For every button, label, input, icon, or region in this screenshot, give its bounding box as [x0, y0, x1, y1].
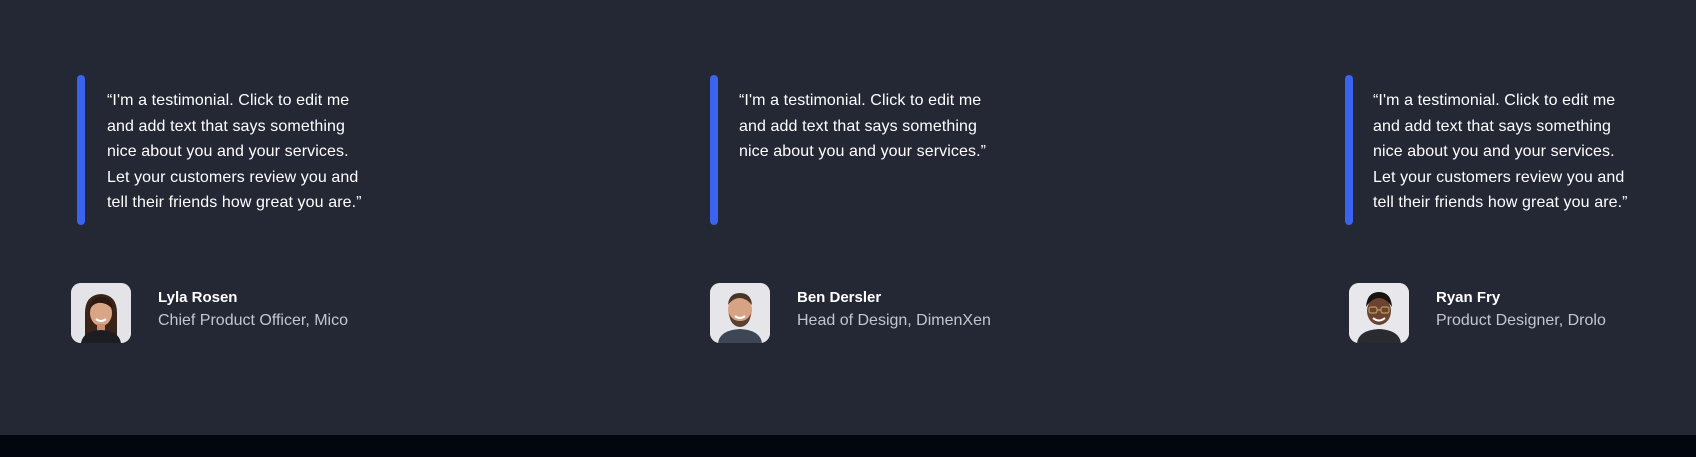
quote-line: and add text that says something — [739, 117, 978, 135]
quote-line: nice about you and your services. — [107, 143, 349, 160]
footer-strip — [0, 435, 1696, 457]
quote-line: Let your customers review you and — [107, 168, 359, 186]
testimonial-author: Ben Dersler Head of Design, DimenXen — [710, 283, 1130, 343]
author-name: Lyla Rosen — [158, 289, 238, 306]
quote-line: Let your customers review you and — [1373, 168, 1625, 186]
quote-line: “I'm a testimonial. Click to edit me — [1373, 92, 1616, 109]
quote-accent-bar — [1345, 75, 1353, 225]
testimonial-card: “I'm a testimonial. Click to edit me and… — [71, 0, 591, 435]
quote-accent-bar — [77, 75, 85, 225]
author-role: Chief Product Officer, Mico — [158, 312, 348, 329]
quote-line: tell their friends how great you are.” — [107, 194, 362, 211]
author-name: Ben Dersler — [797, 289, 882, 306]
testimonials-section: “I'm a testimonial. Click to edit me and… — [0, 0, 1696, 435]
quote-line: nice about you and your services. — [1373, 143, 1615, 160]
quote-accent-bar — [710, 75, 718, 225]
testimonial-author: Lyla Rosen Chief Product Officer, Mico — [71, 283, 491, 343]
testimonial-quote: “I'm a testimonial. Click to edit me and… — [739, 88, 1019, 165]
testimonial-card: “I'm a testimonial. Click to edit me and… — [709, 0, 1229, 435]
testimonial-author: Ryan Fry Product Designer, Drolo — [1349, 283, 1696, 343]
testimonial-card: “I'm a testimonial. Click to edit me and… — [1345, 0, 1696, 435]
woman-avatar-icon — [71, 283, 131, 343]
quote-line: nice about you and your services.” — [739, 143, 987, 160]
quote-line: and add text that says something — [1373, 117, 1612, 135]
testimonial-quote: “I'm a testimonial. Click to edit me and… — [1373, 88, 1653, 216]
quote-line: tell their friends how great you are.” — [1373, 194, 1628, 211]
quote-line: “I'm a testimonial. Click to edit me — [739, 92, 982, 109]
man-glasses-avatar-icon — [1349, 283, 1409, 343]
author-name: Ryan Fry — [1436, 289, 1501, 306]
man-avatar-icon — [710, 283, 770, 343]
author-role: Product Designer, Drolo — [1436, 312, 1606, 329]
author-role: Head of Design, DimenXen — [797, 312, 991, 329]
testimonial-quote: “I'm a testimonial. Click to edit me and… — [107, 88, 387, 216]
quote-line: and add text that says something — [107, 117, 346, 135]
quote-line: “I'm a testimonial. Click to edit me — [107, 92, 350, 109]
